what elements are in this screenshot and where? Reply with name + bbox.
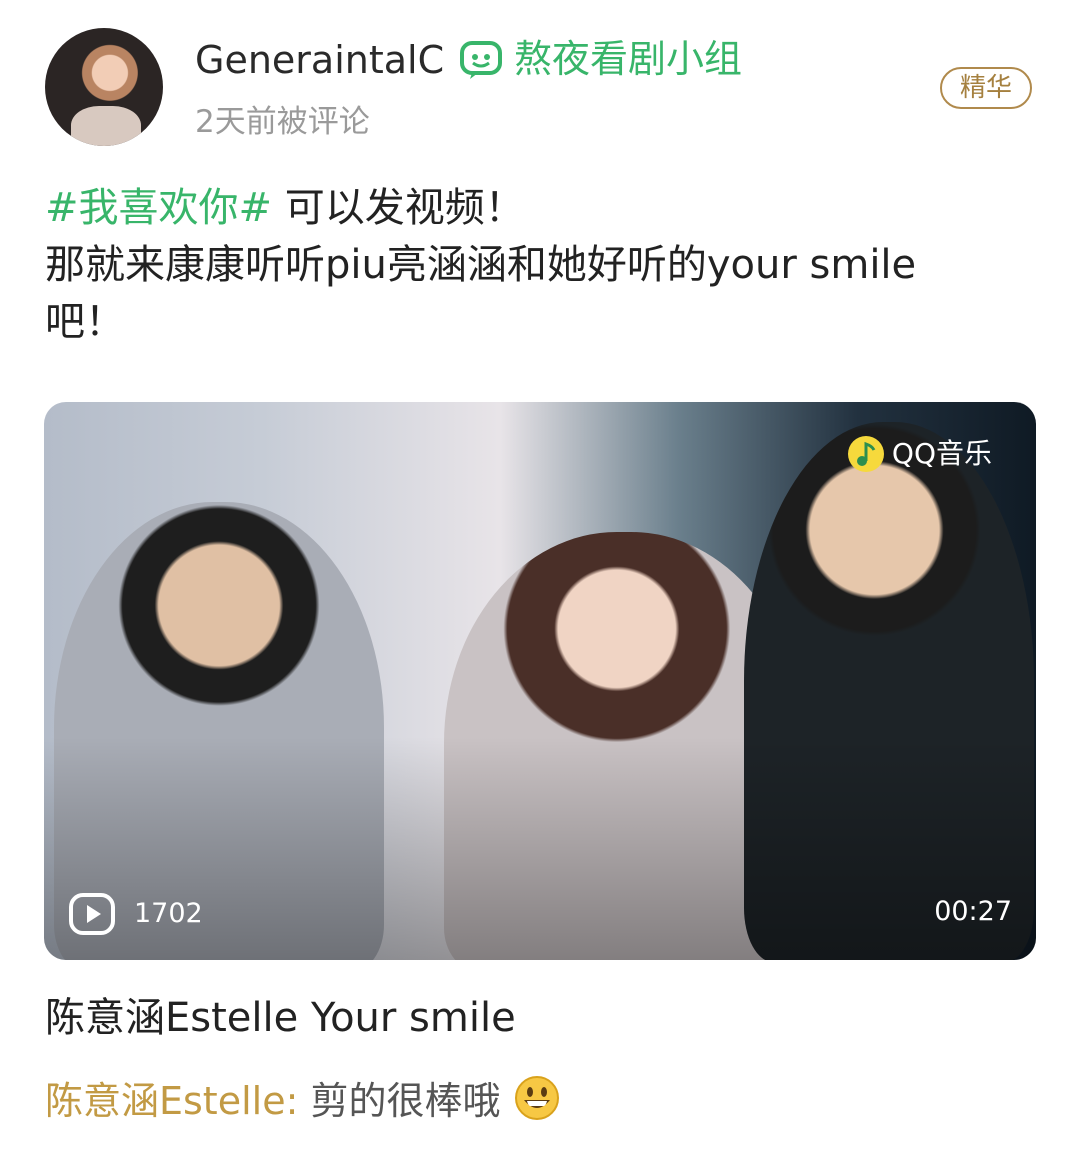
grinning-face-emoji-icon [514, 1076, 559, 1120]
video-title[interactable]: 陈意涵Estelle Your smile [45, 990, 516, 1046]
video-shade [44, 402, 1036, 960]
qq-music-icon [847, 436, 884, 472]
play-icon[interactable] [68, 892, 116, 936]
group-name: 熬夜看剧小组 [514, 37, 743, 81]
video-duration: 00:27 [934, 896, 1012, 927]
comment-text: 剪的很棒哦 [298, 1079, 501, 1123]
post-line-1-text: 可以发视频！ [272, 185, 525, 231]
group-link[interactable]: 熬夜看剧小组 [458, 34, 742, 84]
group-chat-icon [460, 41, 502, 79]
post-line-1: #我喜欢你# 可以发视频！ [45, 180, 1035, 237]
comment-preview[interactable]: 陈意涵Estelle: 剪的很棒哦 [45, 1073, 561, 1129]
play-count: 1702 [68, 892, 203, 936]
post-line-2: 那就来康康听听piu亮涵涵和她好听的your smile [45, 242, 917, 288]
comment-user[interactable]: 陈意涵Estelle: [45, 1079, 298, 1123]
qq-music-watermark: QQ音乐 [846, 432, 992, 476]
post-body: #我喜欢你# 可以发视频！ 那就来康康听听piu亮涵涵和她好听的your smi… [45, 180, 1035, 351]
author-avatar[interactable] [45, 28, 163, 146]
watermark-label: QQ音乐 [891, 437, 992, 470]
post-timestamp: 2天前被评论 [195, 104, 370, 140]
video-player[interactable]: QQ音乐 1702 00:27 [44, 402, 1036, 960]
play-count-value: 1702 [134, 898, 203, 929]
hashtag-link[interactable]: #我喜欢你# [45, 185, 272, 231]
author-name[interactable]: GeneraintalC [195, 36, 444, 84]
post-line-3: 吧！ [45, 299, 125, 345]
featured-badge: 精华 [940, 67, 1032, 109]
